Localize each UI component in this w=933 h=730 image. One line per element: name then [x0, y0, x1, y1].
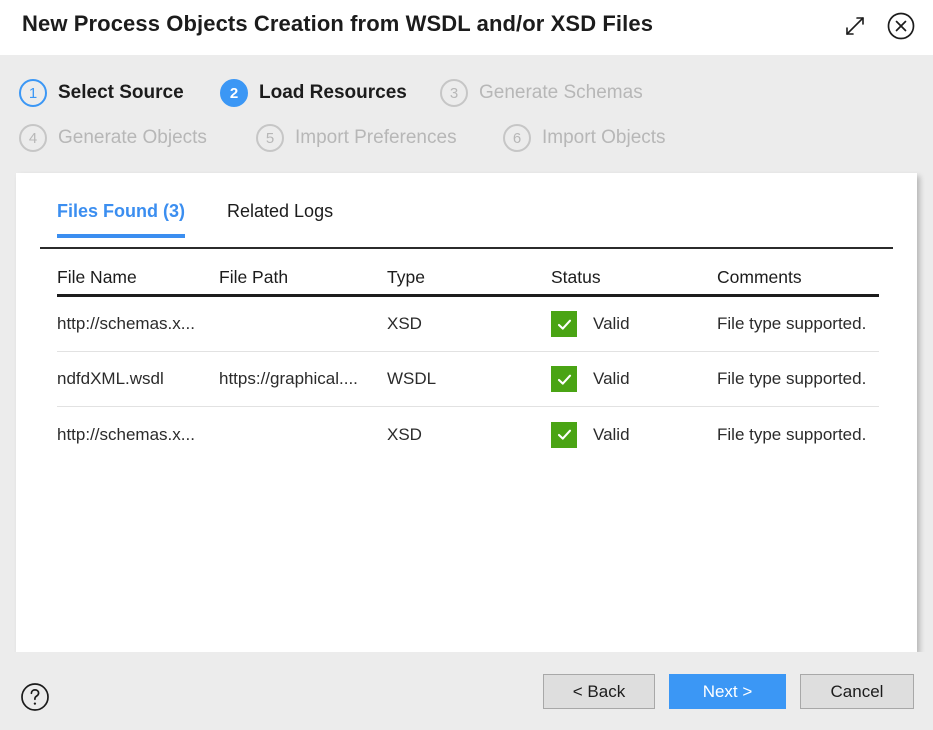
check-square-icon — [551, 421, 577, 448]
wizard-step-generate-objects: 4 Generate Objects — [19, 123, 207, 153]
check-square-icon — [551, 311, 577, 337]
cell-file-path: https://graphical.... — [219, 369, 358, 388]
cell-type: XSD — [387, 424, 422, 444]
next-button[interactable]: Next > — [669, 674, 786, 709]
close-circle-icon[interactable] — [885, 10, 917, 42]
column-header-comments: Comments — [717, 267, 802, 287]
table-row[interactable]: ndfdXML.wsdl https://graphical.... WSDL … — [57, 352, 879, 407]
table-row[interactable]: http://schemas.x... XSD Valid File type … — [57, 297, 879, 352]
column-header-file-path: File Path — [219, 267, 289, 287]
status-text: Valid — [593, 369, 630, 388]
wizard-step-import-objects: 6 Import Objects — [503, 123, 666, 153]
table-header-row: File Name File Path Type Status Comments — [57, 261, 879, 297]
step-number-circle: 3 — [440, 79, 468, 107]
column-header-status: Status — [551, 267, 601, 287]
window-controls — [839, 10, 917, 42]
files-table: File Name File Path Type Status Comments… — [57, 261, 879, 462]
cell-file-name: ndfdXML.wsdl — [57, 369, 164, 388]
step-label: Import Objects — [542, 127, 666, 148]
cancel-button[interactable]: Cancel — [800, 674, 914, 709]
check-square-icon — [551, 366, 577, 392]
cell-comments: File type supported. — [717, 369, 867, 388]
cell-status: Valid — [551, 421, 717, 448]
wizard-step-indicator: 1 Select Source 2 Load Resources 3 Gener… — [0, 55, 933, 173]
step-label: Generate Schemas — [479, 82, 643, 103]
step-number-circle: 6 — [503, 124, 531, 152]
step-number-circle: 2 — [220, 79, 248, 107]
help-circle-icon[interactable] — [19, 681, 51, 713]
step-label: Generate Objects — [58, 127, 207, 148]
column-header-file-name: File Name — [57, 267, 137, 287]
wizard-step-select-source[interactable]: 1 Select Source — [19, 78, 184, 108]
wizard-step-generate-schemas: 3 Generate Schemas — [440, 78, 643, 108]
cell-comments: File type supported. — [717, 424, 867, 444]
step-number-circle: 5 — [256, 124, 284, 152]
table-row[interactable]: http://schemas.x... XSD Valid File type … — [57, 407, 879, 462]
cell-type: WSDL — [387, 369, 437, 388]
wizard-step-import-preferences: 5 Import Preferences — [256, 123, 457, 153]
content-panel: Files Found (3) Related Logs File Name F… — [16, 173, 917, 652]
step-number-circle: 1 — [19, 79, 47, 107]
step-number-circle: 4 — [19, 124, 47, 152]
step-label: Import Preferences — [295, 127, 457, 148]
dialog-footer — [0, 652, 933, 730]
step-label: Load Resources — [259, 82, 407, 103]
back-button[interactable]: < Back — [543, 674, 655, 709]
tab-files-found[interactable]: Files Found (3) — [57, 201, 185, 238]
status-text: Valid — [593, 314, 630, 333]
window-titlebar: New Process Objects Creation from WSDL a… — [0, 0, 933, 55]
tab-related-logs[interactable]: Related Logs — [227, 201, 333, 234]
cell-file-name: http://schemas.x... — [57, 424, 195, 444]
cell-type: XSD — [387, 314, 422, 333]
expand-diagonal-icon[interactable] — [839, 10, 871, 42]
status-text: Valid — [593, 424, 630, 444]
window-title: New Process Objects Creation from WSDL a… — [22, 11, 654, 36]
column-header-type: Type — [387, 267, 425, 287]
cell-status: Valid — [551, 311, 717, 337]
cell-file-name: http://schemas.x... — [57, 314, 195, 333]
cell-status: Valid — [551, 366, 717, 392]
step-label: Select Source — [58, 82, 184, 103]
tab-bar: Files Found (3) Related Logs — [40, 201, 893, 249]
wizard-step-load-resources[interactable]: 2 Load Resources — [220, 78, 407, 108]
cell-comments: File type supported. — [717, 314, 867, 333]
